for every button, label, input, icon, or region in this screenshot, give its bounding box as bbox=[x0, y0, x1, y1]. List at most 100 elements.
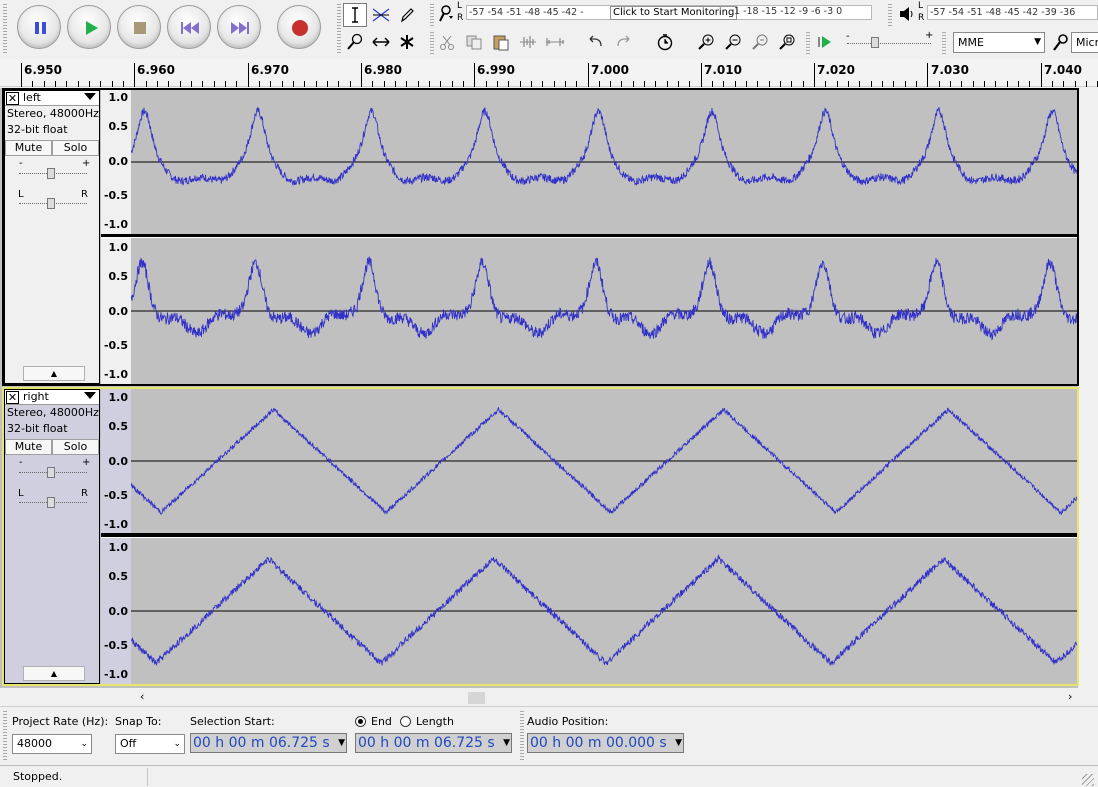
selection-end-time[interactable]: 00 h 00 m 06.725 s ▼ bbox=[355, 733, 512, 753]
toolbar-grip[interactable] bbox=[888, 4, 892, 26]
chevron-down-icon: ⌄ bbox=[173, 739, 181, 749]
waveform-plot bbox=[130, 256, 1078, 342]
vertical-ruler[interactable]: 1.0 0.5 0.0 -0.5 -1.0 bbox=[101, 538, 131, 684]
track-name: left bbox=[23, 91, 41, 104]
scroll-left-icon[interactable]: ‹ bbox=[140, 690, 144, 703]
scroll-right-icon[interactable]: › bbox=[1068, 690, 1072, 703]
mute-button[interactable]: Mute bbox=[5, 439, 52, 455]
skip-to-end-button[interactable] bbox=[217, 5, 261, 49]
playback-meter[interactable]: -57 -54 -51 -48 -45 -42 -39 -36 bbox=[927, 5, 1098, 20]
redo-button[interactable] bbox=[612, 31, 634, 53]
scale-label: 0.0 bbox=[108, 155, 129, 168]
chevron-down-icon[interactable] bbox=[84, 93, 96, 100]
close-icon[interactable]: ✕ bbox=[6, 391, 19, 404]
selection-tool[interactable] bbox=[343, 3, 367, 27]
fit-selection-button[interactable] bbox=[749, 31, 771, 53]
collapse-track-button[interactable]: ▲ bbox=[23, 366, 85, 381]
scale-label: -1.0 bbox=[103, 518, 128, 531]
waveform-left-channel-1[interactable] bbox=[130, 90, 1078, 234]
paste-button[interactable] bbox=[490, 31, 512, 53]
toolbar-grip[interactable] bbox=[430, 32, 434, 54]
track-name-bar[interactable]: ✕ right bbox=[5, 390, 99, 405]
magnifier-icon bbox=[347, 33, 363, 50]
chevron-down-icon[interactable] bbox=[84, 392, 96, 399]
horizontal-scrollbar[interactable]: ‹ › bbox=[130, 690, 1078, 706]
playback-meter-icon[interactable] bbox=[898, 5, 920, 26]
clock-icon bbox=[657, 34, 673, 51]
draw-tool[interactable] bbox=[395, 3, 419, 27]
skip-to-start-button[interactable] bbox=[167, 5, 211, 49]
gain-slider[interactable] bbox=[47, 467, 55, 478]
track-control-panel-left[interactable]: ✕ left Stereo, 48000Hz 32-bit float Mute… bbox=[4, 90, 100, 384]
scale-label: 0.5 bbox=[108, 570, 129, 583]
fit-project-button[interactable] bbox=[776, 31, 798, 53]
selection-start-time[interactable]: 00 h 00 m 06.725 s ▼ bbox=[190, 733, 347, 753]
end-radio[interactable] bbox=[355, 716, 366, 727]
close-icon[interactable]: ✕ bbox=[6, 92, 19, 105]
solo-button[interactable]: Solo bbox=[52, 439, 99, 455]
vertical-ruler[interactable]: 1.0 0.5 0.0 -0.5 -1.0 bbox=[101, 90, 131, 236]
audio-position-time[interactable]: 00 h 00 m 00.000 s ▼ bbox=[527, 733, 684, 753]
multi-tool[interactable] bbox=[395, 30, 419, 54]
zoom-tool[interactable] bbox=[343, 30, 367, 54]
toolbar-grip[interactable] bbox=[430, 4, 434, 26]
ibeam-icon bbox=[352, 7, 358, 23]
waveform-left-channel-2[interactable] bbox=[130, 238, 1078, 384]
play-at-speed-icon bbox=[818, 36, 831, 48]
play-meter-r-label: R bbox=[918, 13, 925, 23]
vertical-scrollbar[interactable] bbox=[1078, 88, 1098, 688]
cut-button[interactable] bbox=[436, 31, 458, 53]
pause-button[interactable] bbox=[17, 5, 61, 49]
waveform-line bbox=[130, 106, 1078, 187]
playback-speed-slider[interactable]: - + bbox=[843, 30, 935, 53]
snap-to-select[interactable]: Off ⌄ bbox=[115, 734, 185, 754]
play-at-speed-button[interactable] bbox=[814, 31, 836, 53]
scrollbar-thumb[interactable] bbox=[468, 692, 485, 704]
copy-button[interactable] bbox=[463, 31, 485, 53]
playback-meter-scale: -57 -54 -51 -48 -45 -42 -39 -36 bbox=[930, 7, 1076, 18]
chevron-down-icon: ▼ bbox=[675, 738, 682, 748]
zoom-out-button[interactable] bbox=[722, 31, 744, 53]
toolbar-grip[interactable] bbox=[520, 711, 524, 761]
vertical-ruler[interactable]: 1.0 0.5 0.0 -0.5 -1.0 bbox=[101, 238, 131, 384]
play-button[interactable] bbox=[67, 5, 111, 49]
toolbar-grip[interactable] bbox=[3, 711, 7, 761]
start-monitoring-button[interactable]: Click to Start Monitoring bbox=[610, 6, 738, 20]
silence-button[interactable] bbox=[544, 31, 566, 53]
waveform-right-channel-1[interactable] bbox=[130, 389, 1078, 533]
pan-slider[interactable] bbox=[47, 497, 55, 508]
toolbar-grip[interactable] bbox=[3, 4, 7, 54]
collapse-track-button[interactable]: ▲ bbox=[23, 666, 85, 681]
toolbar-grip[interactable] bbox=[337, 4, 341, 54]
record-button[interactable] bbox=[277, 5, 321, 49]
trim-button[interactable] bbox=[517, 31, 539, 53]
length-radio[interactable] bbox=[400, 716, 411, 727]
waveform-right-channel-2[interactable] bbox=[130, 538, 1078, 684]
pan-slider[interactable] bbox=[47, 198, 55, 209]
recording-device-select[interactable]: Micr bbox=[1071, 32, 1098, 53]
project-rate-select[interactable]: 48000 ⌄ bbox=[12, 734, 92, 754]
zoom-in-icon bbox=[698, 34, 714, 50]
slider-thumb[interactable] bbox=[871, 37, 879, 48]
mute-button[interactable]: Mute bbox=[5, 140, 52, 156]
solo-button[interactable]: Solo bbox=[52, 140, 99, 156]
zoom-in-button[interactable] bbox=[695, 31, 717, 53]
toolbar-grip[interactable] bbox=[806, 32, 810, 54]
audio-host-select[interactable]: MME ▼ bbox=[953, 32, 1045, 53]
resize-grip-icon[interactable] bbox=[1082, 774, 1094, 786]
track-name-bar[interactable]: ✕ left bbox=[5, 91, 99, 106]
sync-lock-button[interactable] bbox=[654, 31, 676, 53]
undo-button[interactable] bbox=[585, 31, 607, 53]
scale-label: -1.0 bbox=[103, 368, 128, 381]
vertical-ruler[interactable]: 1.0 0.5 0.0 -0.5 -1.0 bbox=[101, 389, 131, 535]
time-shift-tool[interactable] bbox=[369, 30, 393, 54]
stop-button[interactable] bbox=[117, 5, 161, 49]
meter-toolbar: L R -57 -54 -51 -48 -45 -42 - Click to S… bbox=[428, 0, 1098, 58]
gain-slider[interactable] bbox=[47, 168, 55, 179]
scale-label: 0.0 bbox=[108, 305, 129, 318]
timeline-ruler[interactable]: 6.950 6.960 6.970 6.980 6.990 7.000 7.01… bbox=[0, 59, 1098, 87]
track-control-panel-right[interactable]: ✕ right Stereo, 48000Hz 32-bit float Mut… bbox=[4, 389, 100, 684]
envelope-tool[interactable] bbox=[369, 3, 393, 27]
selection-end-value: 00 h 00 m 06.725 s bbox=[358, 735, 495, 751]
toolbar-grip[interactable] bbox=[942, 32, 946, 54]
